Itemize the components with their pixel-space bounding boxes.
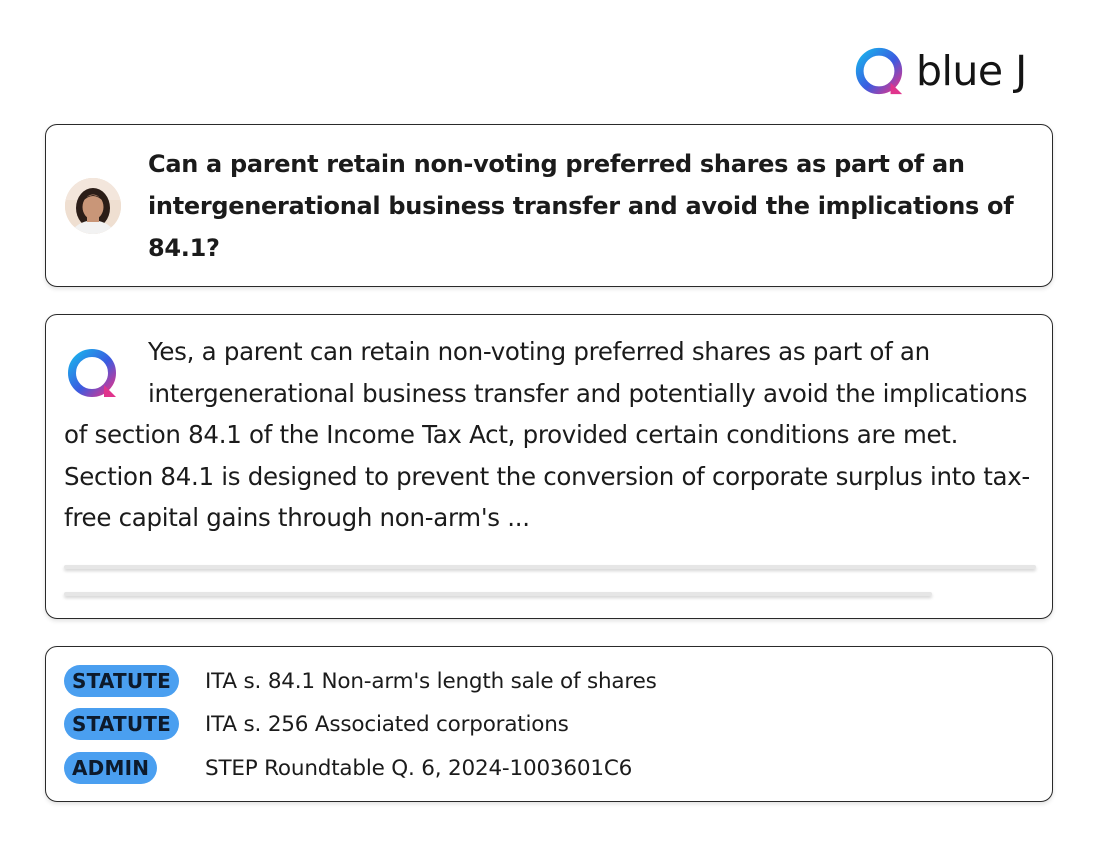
brand-name: blue J [916, 46, 1027, 95]
source-type-badge: ADMIN [64, 752, 158, 784]
source-title[interactable]: ITA s. 256 Associated corporations [205, 712, 569, 737]
source-item[interactable]: STATUTE ITA s. 84.1 Non-arm's length sal… [64, 664, 1034, 698]
bluej-logo-icon [855, 47, 903, 95]
answer-text-block: Yes, a parent can retain non-voting pref… [64, 331, 1039, 539]
source-item[interactable]: STATUTE ITA s. 256 Associated corporatio… [64, 707, 1034, 741]
source-type-badge: STATUTE [64, 708, 180, 740]
source-item[interactable]: ADMIN STEP Roundtable Q. 6, 2024-1003601… [64, 751, 1034, 785]
answer-text: Yes, a parent can retain non-voting pref… [64, 337, 1030, 532]
question-text: Can a parent retain non-voting preferred… [148, 150, 1014, 262]
loading-line [64, 565, 1036, 569]
loading-line [64, 592, 932, 596]
answer-card: Yes, a parent can retain non-voting pref… [45, 314, 1053, 619]
brand-logo: blue J [852, 44, 1027, 98]
source-type-badge: STATUTE [64, 665, 180, 697]
user-avatar [65, 178, 121, 234]
source-title[interactable]: STEP Roundtable Q. 6, 2024-1003601C6 [205, 756, 632, 781]
source-title[interactable]: ITA s. 84.1 Non-arm's length sale of sha… [205, 669, 657, 694]
sources-card: STATUTE ITA s. 84.1 Non-arm's length sal… [45, 646, 1053, 802]
question-card: Can a parent retain non-voting preferred… [45, 124, 1053, 287]
